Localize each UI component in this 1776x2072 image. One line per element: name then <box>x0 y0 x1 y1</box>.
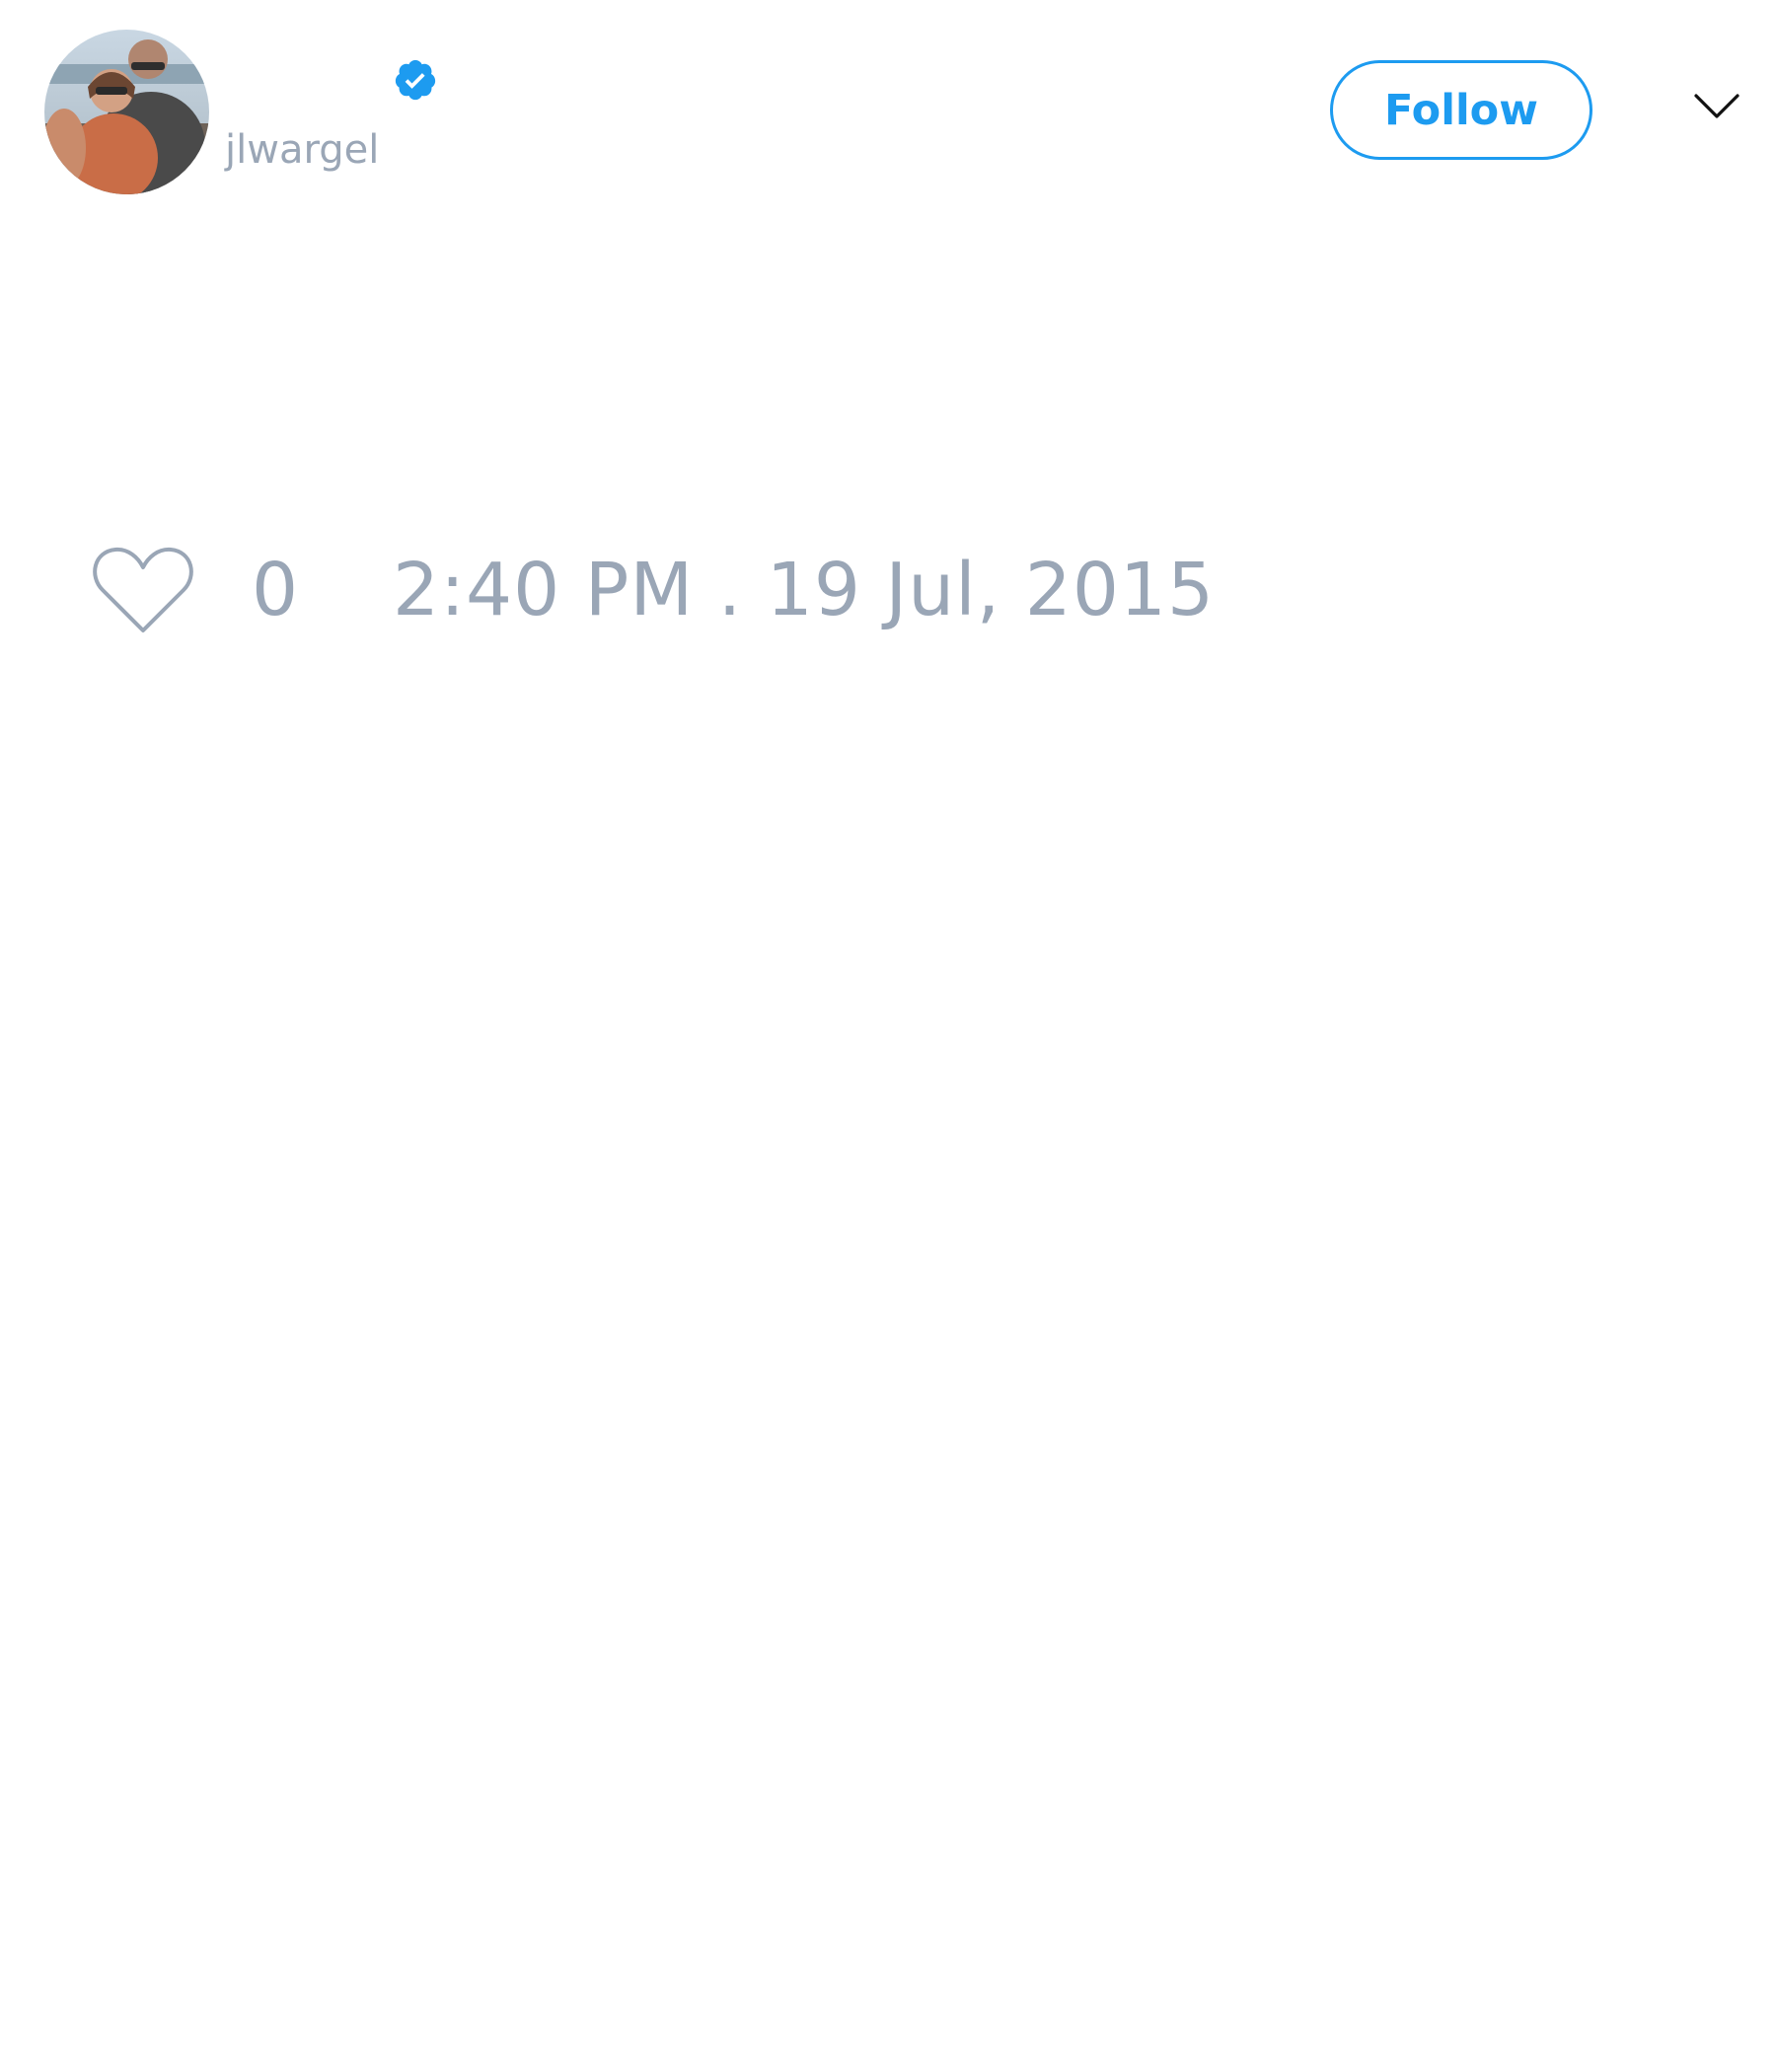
user-handle[interactable]: jlwargel <box>225 126 379 174</box>
chevron-down-icon[interactable] <box>1693 91 1740 122</box>
follow-button[interactable]: Follow <box>1330 60 1592 160</box>
heart-icon[interactable] <box>91 544 195 636</box>
tweet-timestamp[interactable]: 2:40 PM . 19 Jul, 2015 <box>393 549 1215 631</box>
avatar[interactable] <box>44 30 209 194</box>
tweet-card: jlwargel Follow 0 2:40 PM . 19 Jul, 2015 <box>0 0 1776 2072</box>
verified-badge-icon <box>395 59 436 101</box>
like-count: 0 <box>252 548 299 632</box>
avatar-photo <box>44 30 209 194</box>
